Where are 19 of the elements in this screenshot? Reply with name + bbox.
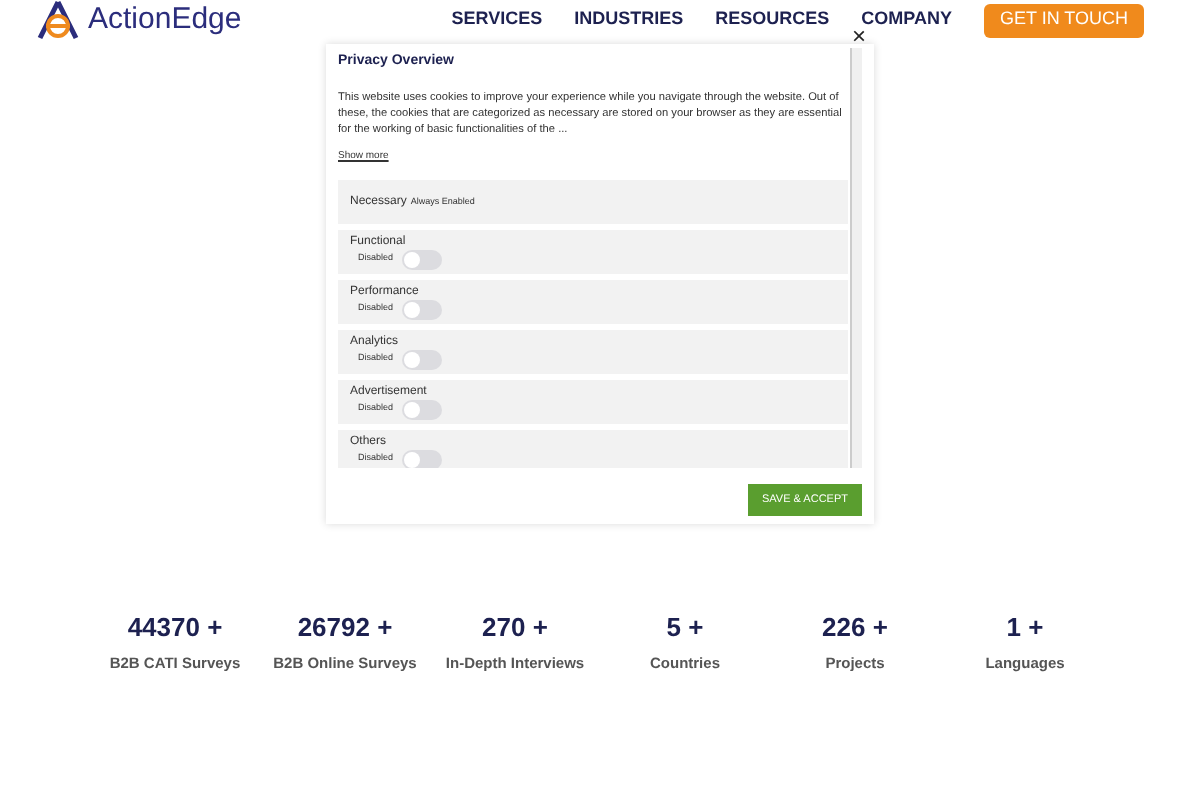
stat-value: 5 + bbox=[666, 612, 704, 644]
nav-link[interactable]: INDUSTRIES bbox=[574, 6, 684, 34]
close-button[interactable]: × bbox=[851, 24, 866, 48]
logo-text: ActionEdge bbox=[88, 0, 242, 40]
toggle-switch[interactable] bbox=[401, 399, 442, 419]
toggle-switch[interactable] bbox=[401, 349, 442, 369]
toggle-switch[interactable] bbox=[401, 449, 442, 468]
stat-value: 44370 + bbox=[127, 612, 223, 644]
scrollbar[interactable] bbox=[850, 48, 862, 468]
stat-value: 26792 + bbox=[297, 612, 393, 644]
toggle-switch[interactable] bbox=[401, 299, 442, 319]
nav-link[interactable]: COMPANY bbox=[861, 6, 952, 34]
stat-value: 1 + bbox=[1006, 612, 1044, 644]
logo-icon bbox=[36, 0, 80, 40]
stat-value: 270 + bbox=[482, 612, 548, 644]
stat-value: 226 + bbox=[822, 612, 888, 644]
nav-link[interactable]: RESOURCES bbox=[715, 6, 830, 34]
nav-link[interactable]: SERVICES bbox=[451, 6, 543, 34]
toggle-switch[interactable] bbox=[401, 249, 442, 269]
